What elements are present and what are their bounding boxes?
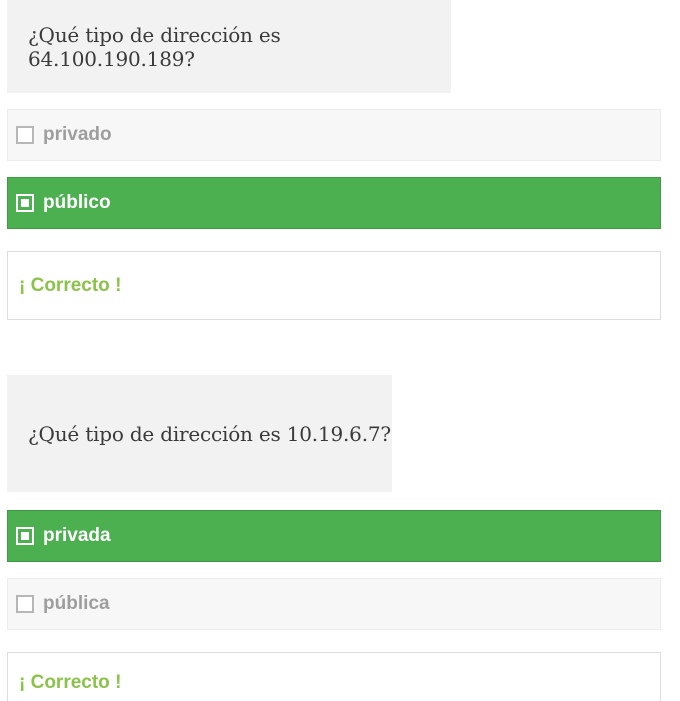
question-2-text: ¿Qué tipo de dirección es 10.19.6.7? [28, 421, 391, 446]
checkbox-unchecked-icon[interactable] [16, 126, 34, 144]
question-2-option-publica[interactable]: pública [7, 578, 661, 630]
option-label: privado [43, 124, 112, 145]
question-2-option-privada[interactable]: privada [7, 510, 661, 562]
question-2-feedback: ¡ Correcto ! [7, 652, 661, 701]
question-2-text-box: ¿Qué tipo de dirección es 10.19.6.7? [7, 375, 392, 492]
question-1-option-privado[interactable]: privado [7, 109, 661, 161]
feedback-text: ¡ Correcto ! [19, 672, 122, 693]
option-label: privada [43, 525, 111, 546]
question-1-feedback: ¡ Correcto ! [7, 251, 661, 320]
option-label: público [43, 192, 111, 213]
checkbox-checked-icon[interactable] [16, 527, 34, 545]
question-1-option-publico[interactable]: público [7, 177, 661, 229]
question-1-text: ¿Qué tipo de dirección es 64.100.190.189… [28, 22, 281, 71]
option-label: pública [43, 593, 110, 614]
checkbox-checked-icon[interactable] [16, 194, 34, 212]
question-1-text-box: ¿Qué tipo de dirección es 64.100.190.189… [7, 0, 451, 93]
checkbox-unchecked-icon[interactable] [16, 595, 34, 613]
feedback-text: ¡ Correcto ! [19, 274, 122, 296]
